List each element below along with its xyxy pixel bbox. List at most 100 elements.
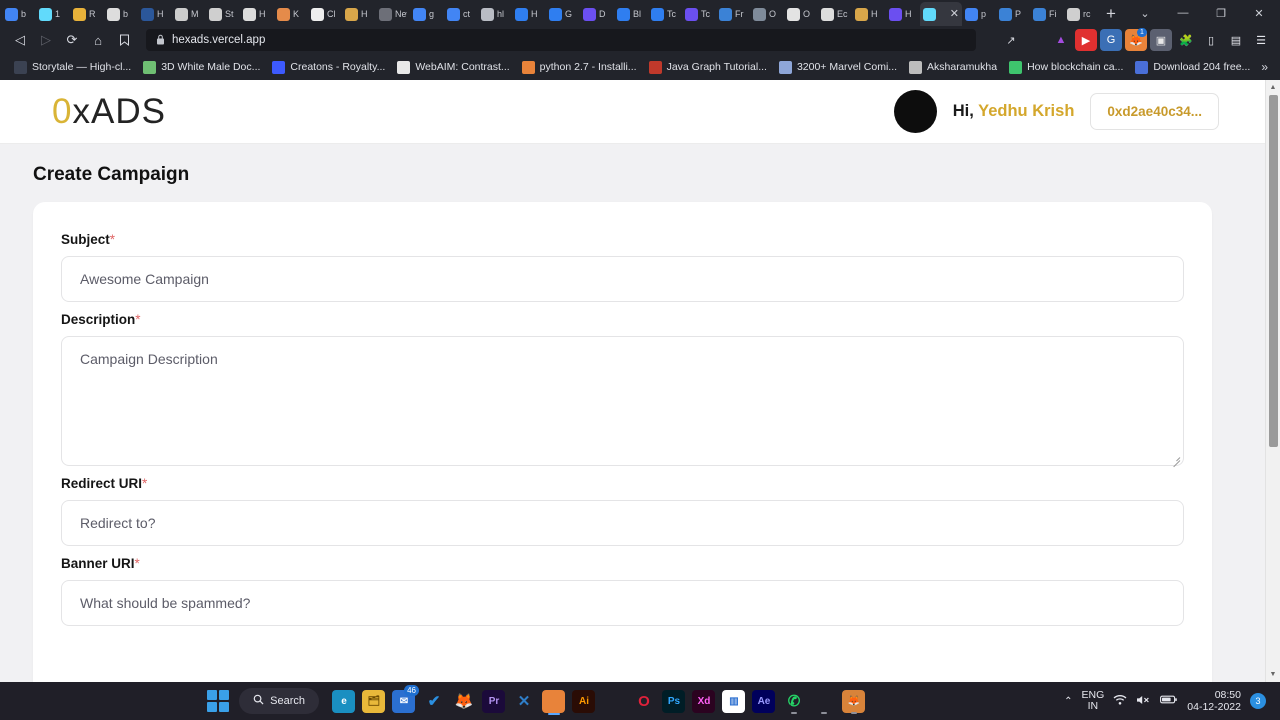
scrollbar-track[interactable] — [1266, 95, 1280, 667]
browser-tab[interactable]: g — [410, 2, 444, 26]
bookmark-item[interactable]: Download 204 free... — [1129, 59, 1256, 76]
extensions-puzzle-icon[interactable]: 🧩 — [1175, 29, 1197, 51]
taskbar-app-adobe-illustrator[interactable]: Ai — [569, 686, 599, 716]
taskbar-app-google-chrome[interactable] — [599, 686, 629, 716]
browser-tab[interactable]: Tc — [648, 2, 682, 26]
battery-icon[interactable] — [1160, 694, 1178, 708]
browser-tab[interactable]: ct — [444, 2, 478, 26]
brave-rewards-icon[interactable]: ▲ — [1050, 29, 1072, 51]
browser-tab[interactable]: 1 — [36, 2, 70, 26]
bookmark-item[interactable]: How blockchain ca... — [1003, 59, 1129, 76]
browser-tab[interactable]: H — [342, 2, 376, 26]
tray-expand-chevron-icon[interactable]: ⌃ — [1064, 696, 1072, 707]
taskbar-app-brave-browser[interactable] — [539, 686, 569, 716]
browser-tab[interactable]: p — [962, 2, 996, 26]
bookmark-item[interactable]: Creatons - Royalty... — [266, 59, 391, 76]
browser-tab[interactable]: H — [886, 2, 920, 26]
notification-badge[interactable]: 3 — [1249, 693, 1266, 709]
address-bar[interactable]: hexads.vercel.app — [146, 29, 976, 51]
browser-tab[interactable]: Tc — [682, 2, 716, 26]
taskbar-app-whatsapp[interactable]: ✆ — [779, 686, 809, 716]
home-icon[interactable]: ⌂ — [86, 28, 110, 52]
bookmark-item[interactable]: python 2.7 - Installi... — [516, 59, 643, 76]
metamask-extension-icon[interactable]: 🦊 1 — [1125, 28, 1147, 51]
taskbar-app-opera[interactable]: O — [629, 686, 659, 716]
browser-tab[interactable]: O — [750, 2, 784, 26]
bookmark-item[interactable]: 3200+ Marvel Comi... — [773, 59, 903, 76]
windows-start-icon[interactable] — [203, 686, 233, 716]
bookmark-item[interactable]: 3D White Male Doc... — [137, 59, 266, 76]
language-indicator[interactable]: ENG IN — [1082, 690, 1105, 712]
taskbar-app-firefox[interactable]: 🦊 — [449, 686, 479, 716]
sidebar-icon[interactable]: ▯ — [1200, 29, 1222, 51]
tab-search-chevron-icon[interactable]: ⌄ — [1126, 0, 1164, 26]
browser-tab[interactable]: H — [852, 2, 886, 26]
taskbar-app-mail[interactable]: ✉ 46 — [389, 685, 419, 716]
wallet-address-button[interactable]: 0xd2ae40c34... — [1090, 93, 1219, 130]
wifi-icon[interactable] — [1113, 694, 1127, 709]
browser-tab[interactable]: ✕ — [920, 2, 962, 26]
taskbar-search-box[interactable]: Search — [239, 688, 319, 714]
taskbar-app-adobe-premiere[interactable]: Pr — [479, 686, 509, 716]
grammarly-extension-icon[interactable]: G — [1100, 29, 1122, 51]
volume-muted-icon[interactable] — [1136, 694, 1151, 709]
browser-tab[interactable]: b — [2, 2, 36, 26]
browser-tab[interactable]: K — [274, 2, 308, 26]
banner-uri-input[interactable] — [61, 580, 1184, 626]
close-button[interactable]: ✕ — [1240, 0, 1278, 26]
scroll-down-icon[interactable]: ▼ — [1266, 667, 1280, 682]
taskbar-app-adobe-photoshop[interactable]: Ps — [659, 686, 689, 716]
browser-tab[interactable]: Fi — [1030, 2, 1064, 26]
youtube-extension-icon[interactable]: ▶ — [1075, 29, 1097, 51]
browser-tab[interactable]: P — [996, 2, 1030, 26]
taskbar-app-metamask[interactable]: 🦊 — [839, 686, 869, 716]
maximize-button[interactable]: ❐ — [1202, 0, 1240, 26]
browser-tab[interactable]: New T — [376, 2, 410, 26]
taskbar-app-microsoft-todo[interactable]: ✔ — [419, 686, 449, 716]
browser-tab[interactable]: hl — [478, 2, 512, 26]
browser-tab[interactable]: Ec — [818, 2, 852, 26]
minimize-button[interactable]: — — [1164, 0, 1202, 26]
bookmark-icon[interactable] — [112, 28, 136, 52]
scrollbar-thumb[interactable] — [1268, 95, 1278, 447]
subject-input[interactable] — [61, 256, 1184, 302]
browser-tab[interactable]: R — [70, 2, 104, 26]
site-logo[interactable]: 0xADS — [52, 92, 166, 132]
browser-tab[interactable]: H — [138, 2, 172, 26]
taskbar-app-app-window[interactable]: ▥ — [719, 686, 749, 716]
brave-shields-icon[interactable] — [1025, 29, 1047, 51]
menu-icon[interactable]: ☰ — [1250, 29, 1272, 51]
bookmark-item[interactable]: WebAIM: Contrast... — [391, 59, 515, 76]
new-tab-button[interactable]: + — [1098, 2, 1124, 26]
wallet-icon[interactable]: ▤ — [1225, 29, 1247, 51]
bookmarks-overflow-button[interactable]: » — [1257, 60, 1272, 74]
back-icon[interactable]: ◁ — [8, 28, 32, 52]
forward-icon[interactable]: ▷ — [34, 28, 58, 52]
taskbar-app-vs-code[interactable]: ✕ — [509, 686, 539, 716]
taskbar-app-adobe-xd[interactable]: Xd — [689, 686, 719, 716]
bookmark-item[interactable]: Storytale — High-cl... — [8, 59, 137, 76]
scroll-up-icon[interactable]: ▲ — [1266, 80, 1280, 95]
taskbar-app-edge[interactable]: e — [329, 686, 359, 716]
taskbar-clock[interactable]: 08:50 04-12-2022 — [1187, 689, 1241, 713]
browser-tab[interactable]: St — [206, 2, 240, 26]
tab-close-icon[interactable]: ✕ — [950, 8, 959, 20]
browser-tab[interactable]: O — [784, 2, 818, 26]
bookmark-item[interactable]: Java Graph Tutorial... — [643, 59, 773, 76]
share-icon[interactable]: ↗ — [1000, 29, 1022, 51]
bookmark-item[interactable]: Aksharamukha — [903, 59, 1003, 76]
screenshot-extension-icon[interactable]: ▣ — [1150, 29, 1172, 51]
taskbar-app-file-explorer[interactable]: 🗂 — [359, 686, 389, 716]
browser-tab[interactable]: b — [104, 2, 138, 26]
redirect-uri-input[interactable] — [61, 500, 1184, 546]
taskbar-app-chrome-canary[interactable] — [809, 686, 839, 716]
reload-icon[interactable]: ⟳ — [60, 28, 84, 52]
page-scrollbar[interactable]: ▲ ▼ — [1265, 80, 1280, 682]
description-textarea[interactable] — [61, 336, 1184, 466]
browser-tab[interactable]: H — [240, 2, 274, 26]
taskbar-app-adobe-after-effects[interactable]: Ae — [749, 686, 779, 716]
browser-tab[interactable]: G — [546, 2, 580, 26]
browser-tab[interactable]: Cl — [308, 2, 342, 26]
browser-tab[interactable]: M — [172, 2, 206, 26]
browser-tab[interactable]: H — [512, 2, 546, 26]
